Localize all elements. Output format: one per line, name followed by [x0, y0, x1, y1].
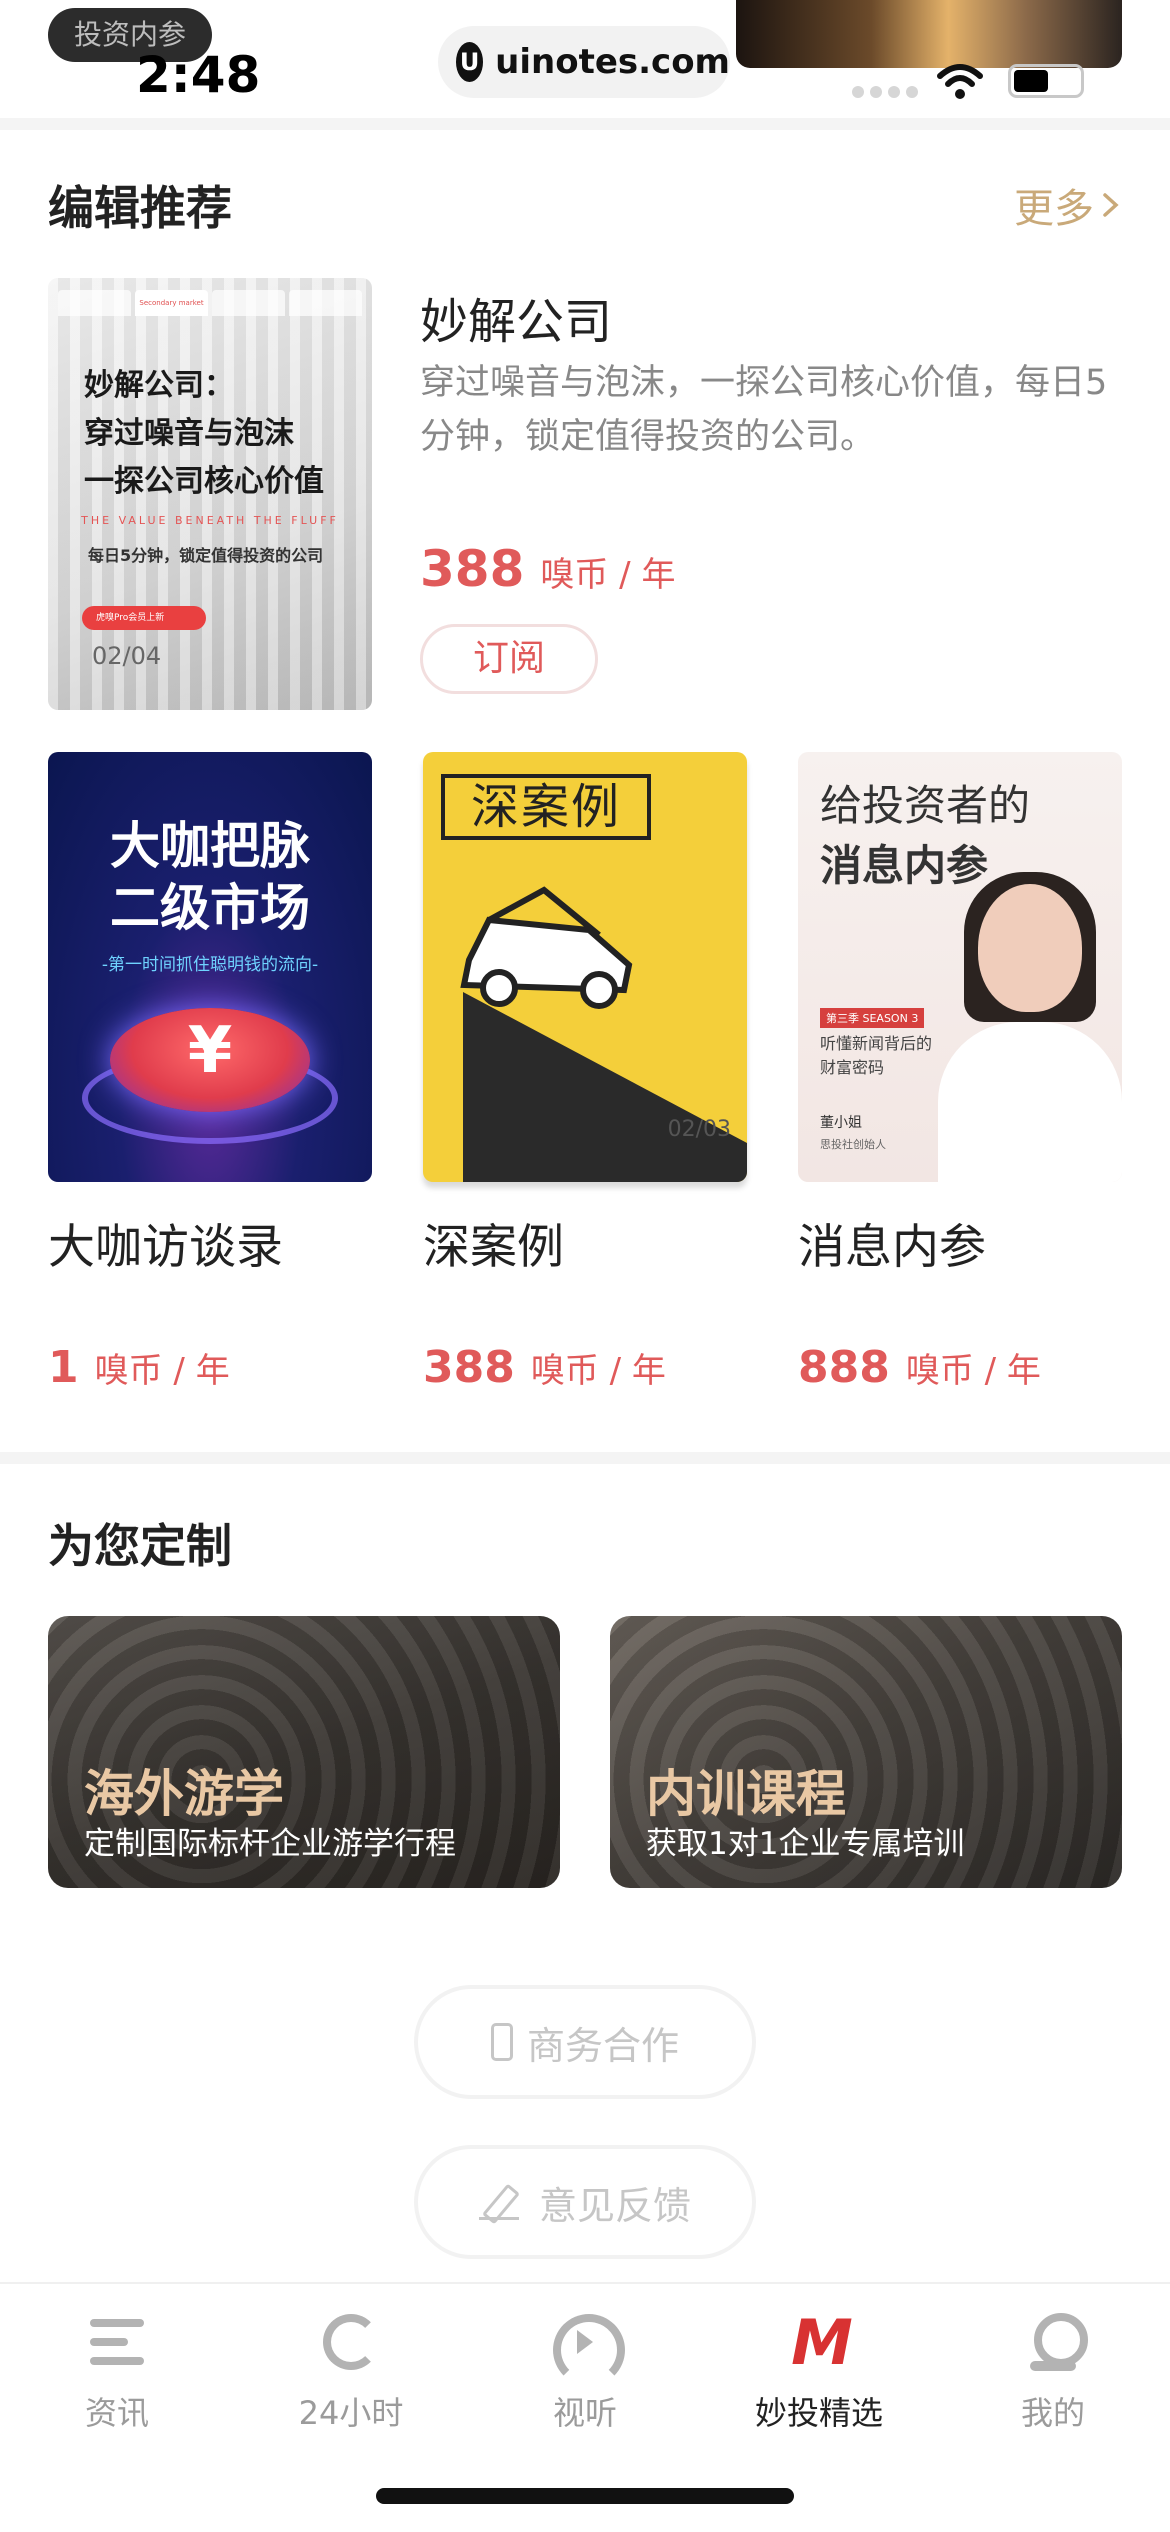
cover-subtitle: 每日5分钟，锁定值得投资的公司 [88, 546, 324, 565]
refresh-24h-icon [323, 2314, 379, 2370]
card-subtitle: 获取1对1企业专属培训 [646, 1826, 965, 1862]
tab-profile[interactable]: 我的 [936, 2310, 1170, 2434]
news-icon [90, 2319, 144, 2365]
tab-media[interactable]: 视听 [468, 2310, 702, 2434]
cover-subtitle: -第一时间抓住聪明钱的流向- [101, 955, 319, 975]
top-photo-thumbnail [736, 0, 1122, 68]
wifi-icon [937, 64, 983, 99]
tab-miaotou-selection[interactable]: M 妙投精选 [702, 2306, 936, 2434]
cover-portrait [938, 872, 1122, 1182]
tab-label: 视听 [552, 2394, 617, 2432]
business-cooperation-button[interactable]: 商务合作 [414, 1985, 756, 2099]
car-icon [460, 886, 633, 1009]
status-time: 2:48 [136, 46, 261, 104]
product-price: 888 嗅币 / 年 [798, 1342, 1041, 1393]
feedback-label: 意见反馈 [538, 2183, 691, 2228]
more-label: 更多 [1014, 186, 1094, 232]
more-link[interactable]: 更多 [1014, 176, 1122, 234]
season-tag: 第三季 SEASON 3 [820, 1008, 925, 1028]
price-value: 388 [423, 1342, 515, 1393]
yen-icon: ¥ [187, 1014, 233, 1088]
tab-label: 妙投精选 [754, 2394, 883, 2432]
cover-line-1: 大咖把脉 [110, 817, 310, 875]
phone-icon [490, 2023, 513, 2061]
cover-author: 董小姐 [820, 1115, 862, 1131]
price-unit: 嗅币 / 年 [530, 1351, 666, 1391]
price-unit: 嗅币 / 年 [540, 555, 676, 595]
featured-title[interactable]: 妙解公司 [420, 282, 612, 352]
price-unit: 嗅币 / 年 [905, 1351, 1041, 1391]
product-cover-cases[interactable]: 深案例 02/03 [423, 752, 747, 1182]
cellular-signal-icon [852, 86, 918, 98]
cover-page: 02/03 [667, 1117, 731, 1142]
product-name[interactable]: 大咖访谈录 [48, 1208, 283, 1277]
custom-section-title: 为您定制 [48, 1519, 232, 1573]
tab-label: 24小时 [298, 2394, 404, 2432]
product-name[interactable]: 深案例 [423, 1208, 564, 1277]
price-value: 388 [420, 540, 525, 598]
cover-page: 02/04 [92, 642, 162, 670]
product-cover-briefing[interactable]: 给投资者的 消息内参 第三季 SEASON 3 听懂新闻背后的 财富密码 董小姐… [798, 752, 1122, 1182]
tab-label: 我的 [1020, 2394, 1085, 2432]
featured-description: 穿过噪音与泡沫，一探公司核心价值，每日5分钟，锁定值得投资的公司。 [420, 363, 1108, 457]
featured-cover[interactable]: Secondary market 妙解公司： 穿过噪音与泡沫 一探公司核心价值 … [48, 278, 372, 710]
study-tour-card[interactable]: 海外游学 定制国际标杆企业游学行程 [48, 1616, 560, 1888]
cover-small-text: 听懂新闻背后的 财富密码 [820, 1034, 933, 1077]
url-text: uinotes.com [495, 42, 730, 82]
product-price: 1 嗅币 / 年 [48, 1342, 230, 1393]
card-subtitle: 定制国际标杆企业游学行程 [84, 1826, 456, 1862]
featured-price: 388 嗅币 / 年 [420, 540, 675, 598]
cover-english: THE VALUE BENEATH THE FLUFF [81, 514, 339, 527]
price-value: 888 [798, 1342, 890, 1393]
battery-icon [1008, 64, 1084, 98]
editor-picks-title: 编辑推荐 [48, 181, 232, 235]
price-unit: 嗅币 / 年 [94, 1351, 230, 1391]
cover-headline: 妙解公司： 穿过噪音与泡沫 一探公司核心价值 [84, 368, 324, 499]
product-price: 388 嗅币 / 年 [423, 1342, 666, 1393]
price-value: 1 [48, 1342, 79, 1393]
section-divider [0, 1452, 1170, 1464]
chevron-right-icon [1103, 193, 1119, 217]
cover-line-2: 二级市场 [110, 879, 310, 937]
tab-24h[interactable]: 24小时 [234, 2310, 468, 2434]
card-title: 海外游学 [84, 1765, 284, 1823]
section-divider [0, 118, 1170, 130]
tab-news[interactable]: 资讯 [0, 2310, 234, 2434]
subscribe-button[interactable]: 订阅 [420, 624, 598, 694]
cover-role: 思投社创始人 [820, 1138, 886, 1151]
cover-badge: 深案例 [441, 774, 651, 840]
tab-label: 资讯 [84, 2394, 149, 2432]
url-badge: U uinotes.com [438, 26, 730, 98]
miaotou-logo-icon: M [791, 2305, 853, 2379]
uinotes-logo-icon: U [456, 42, 484, 82]
play-circle-icon [553, 2314, 625, 2386]
feedback-button[interactable]: 意见反馈 [414, 2145, 756, 2259]
cover-tabs: Secondary market [58, 290, 362, 316]
status-bar: 投资内参 2:48 U uinotes.com [0, 0, 1170, 118]
business-label: 商务合作 [526, 2023, 679, 2068]
training-card[interactable]: 内训课程 获取1对1企业专属培训 [610, 1616, 1122, 1888]
product-name[interactable]: 消息内参 [798, 1208, 986, 1277]
cover-road-shadow [463, 992, 747, 1182]
product-cover-interviews[interactable]: 大咖把脉 二级市场 -第一时间抓住聪明钱的流向- ¥ [48, 752, 372, 1182]
card-title: 内训课程 [646, 1765, 846, 1823]
cover-pill: 虎嗅Pro会员上新 [82, 606, 206, 630]
pen-icon [478, 2182, 525, 2222]
profile-icon [1030, 2313, 1088, 2371]
home-indicator[interactable] [376, 2488, 794, 2504]
